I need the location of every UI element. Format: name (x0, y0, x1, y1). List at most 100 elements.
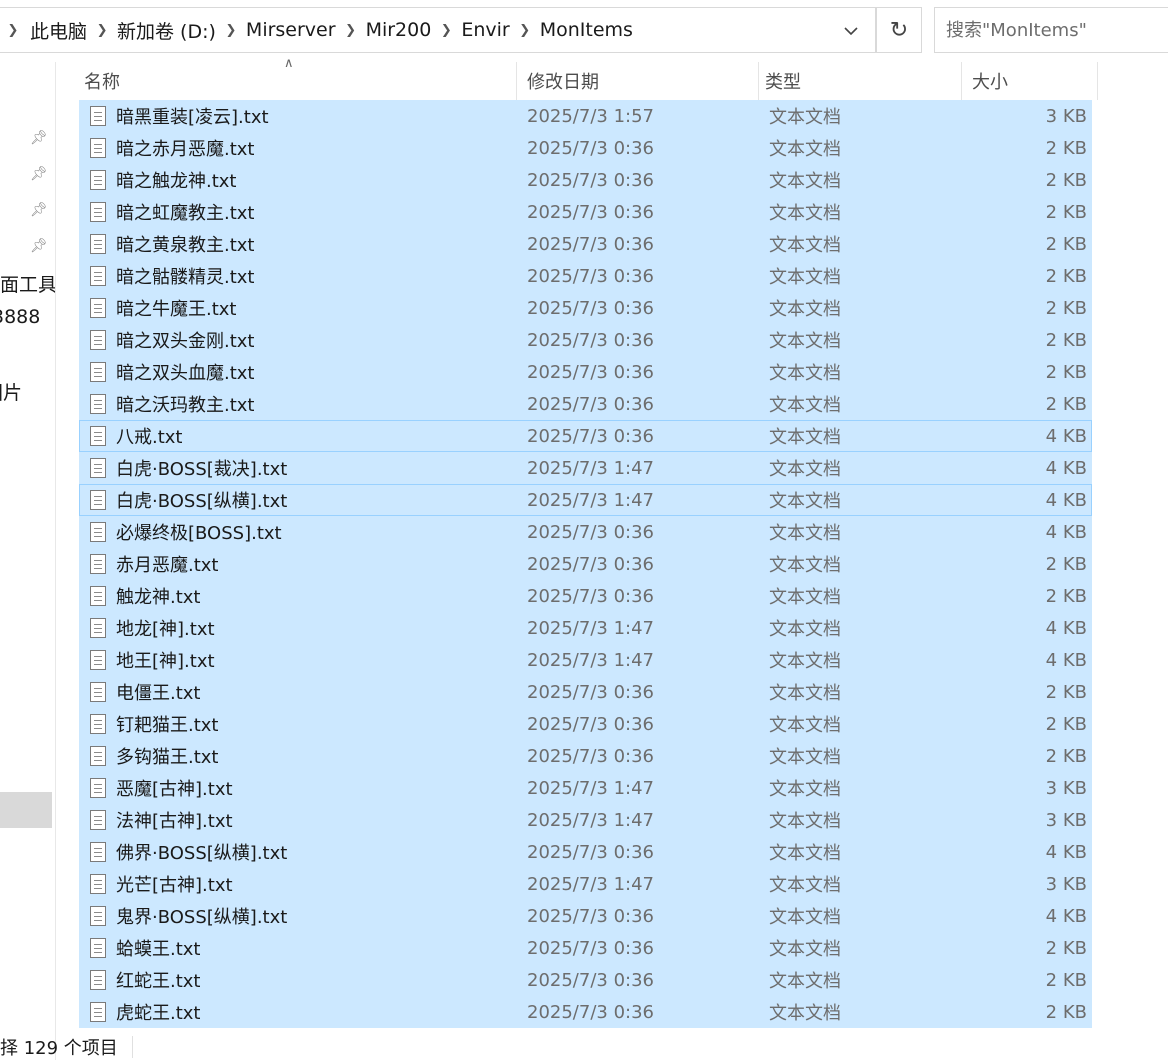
file-name[interactable]: 鬼界·BOSS[纵横].txt (116, 903, 527, 929)
file-row[interactable]: 法神[古神].txt 2025/7/3 1:47 文本文档 3 KB (79, 804, 1092, 836)
chevron-right-icon[interactable]: ❯ (340, 23, 362, 38)
file-row[interactable]: 暗之黄泉教主.txt 2025/7/3 0:36 文本文档 2 KB (79, 228, 1092, 260)
breadcrumb-this-pc[interactable]: 此电脑 (26, 17, 91, 44)
file-name[interactable]: 多钩猫王.txt (116, 743, 527, 769)
file-name[interactable]: 电僵王.txt (116, 679, 527, 705)
file-name[interactable]: 必爆终极[BOSS].txt (116, 519, 527, 545)
file-row[interactable]: 暗黑重装[凌云].txt 2025/7/3 1:57 文本文档 3 KB (79, 100, 1092, 132)
file-name[interactable]: 法神[古神].txt (116, 807, 527, 833)
search-box[interactable] (934, 7, 1168, 53)
file-row[interactable]: 八戒.txt 2025/7/3 0:36 文本文档 4 KB (79, 420, 1092, 452)
file-name[interactable]: 虎蛇王.txt (116, 999, 527, 1025)
breadcrumb-mir200[interactable]: Mir200 (362, 19, 436, 41)
column-header-size[interactable]: 大小 (962, 62, 1098, 100)
file-name[interactable]: 红蛇王.txt (116, 967, 527, 993)
column-header-date[interactable]: 修改日期 (517, 62, 759, 100)
nav-item-selected[interactable] (0, 792, 52, 828)
file-row[interactable]: 地龙[神].txt 2025/7/3 1:47 文本文档 4 KB (79, 612, 1092, 644)
chevron-right-icon[interactable]: ❯ (0, 23, 26, 38)
chevron-right-icon[interactable]: ❯ (91, 23, 113, 38)
breadcrumb-monitems[interactable]: MonItems (536, 19, 637, 41)
file-row[interactable]: 蛤蟆王.txt 2025/7/3 0:36 文本文档 2 KB (79, 932, 1092, 964)
file-name[interactable]: 佛界·BOSS[纵横].txt (116, 839, 527, 865)
file-row[interactable]: 暗之赤月恶魔.txt 2025/7/3 0:36 文本文档 2 KB (79, 132, 1092, 164)
file-name[interactable]: 赤月恶魔.txt (116, 551, 527, 577)
nav-item-3888[interactable]: 3888 (0, 306, 40, 328)
column-header-type[interactable]: 类型 (759, 62, 962, 100)
file-row[interactable]: 暗之牛魔王.txt 2025/7/3 0:36 文本文档 2 KB (79, 292, 1092, 324)
chevron-down-icon[interactable] (834, 18, 868, 44)
file-date: 2025/7/3 0:36 (527, 361, 654, 383)
document-icon (90, 554, 106, 574)
file-name[interactable]: 地王[神].txt (116, 647, 527, 673)
file-name[interactable]: 暗黑重装[凌云].txt (116, 103, 527, 129)
file-name[interactable]: 暗之骷髅精灵.txt (116, 263, 527, 289)
file-row[interactable]: 暗之虹魔教主.txt 2025/7/3 0:36 文本文档 2 KB (79, 196, 1092, 228)
file-name[interactable]: 地龙[神].txt (116, 615, 527, 641)
file-date: 2025/7/3 1:47 (527, 617, 654, 639)
search-input[interactable] (946, 19, 1168, 41)
breadcrumb-envir[interactable]: Envir (457, 19, 513, 41)
file-size: 4 KB (1045, 489, 1087, 511)
file-row[interactable]: 佛界·BOSS[纵横].txt 2025/7/3 0:36 文本文档 4 KB (79, 836, 1092, 868)
file-row[interactable]: 电僵王.txt 2025/7/3 0:36 文本文档 2 KB (79, 676, 1092, 708)
nav-item-pictures[interactable]: 图片 (0, 378, 22, 405)
file-name[interactable]: 光芒[古神].txt (116, 871, 527, 897)
text-file-icon (80, 772, 116, 804)
chevron-right-icon[interactable]: ❯ (220, 23, 242, 38)
file-row[interactable]: 光芒[古神].txt 2025/7/3 1:47 文本文档 3 KB (79, 868, 1092, 900)
file-name[interactable]: 暗之沃玛教主.txt (116, 391, 527, 417)
file-row[interactable]: 必爆终极[BOSS].txt 2025/7/3 0:36 文本文档 4 KB (79, 516, 1092, 548)
file-name[interactable]: 暗之赤月恶魔.txt (116, 135, 527, 161)
status-bar: 择 129 个项目 (0, 1034, 118, 1060)
file-row[interactable]: 红蛇王.txt 2025/7/3 0:36 文本文档 2 KB (79, 964, 1092, 996)
file-row[interactable]: 白虎·BOSS[裁决].txt 2025/7/3 1:47 文本文档 4 KB (79, 452, 1092, 484)
breadcrumb-drive-d[interactable]: 新加卷 (D:) (113, 17, 220, 44)
file-name[interactable]: 触龙神.txt (116, 583, 527, 609)
file-row[interactable]: 暗之骷髅精灵.txt 2025/7/3 0:36 文本文档 2 KB (79, 260, 1092, 292)
file-name[interactable]: 白虎·BOSS[裁决].txt (116, 455, 527, 481)
file-name[interactable]: 白虎·BOSS[纵横].txt (116, 487, 527, 513)
breadcrumb-mirserver[interactable]: Mirserver (242, 19, 340, 41)
document-icon (90, 906, 106, 926)
file-type: 文本文档 (769, 779, 841, 800)
file-name[interactable]: 暗之黄泉教主.txt (116, 231, 527, 257)
file-name[interactable]: 蛤蟆王.txt (116, 935, 527, 961)
file-row[interactable]: 暗之双头血魔.txt 2025/7/3 0:36 文本文档 2 KB (79, 356, 1092, 388)
file-name[interactable]: 暗之双头金刚.txt (116, 327, 527, 353)
file-row[interactable]: 暗之沃玛教主.txt 2025/7/3 0:36 文本文档 2 KB (79, 388, 1092, 420)
file-row[interactable]: 暗之触龙神.txt 2025/7/3 0:36 文本文档 2 KB (79, 164, 1092, 196)
address-bar[interactable]: ❯ 此电脑 ❯ 新加卷 (D:) ❯ Mirserver ❯ Mir200 ❯ … (0, 7, 876, 53)
text-file-icon (80, 260, 116, 292)
file-type: 文本文档 (769, 299, 841, 320)
file-row[interactable]: 地王[神].txt 2025/7/3 1:47 文本文档 4 KB (79, 644, 1092, 676)
text-file-icon (80, 612, 116, 644)
file-name[interactable]: 暗之牛魔王.txt (116, 295, 527, 321)
chevron-right-icon[interactable]: ❯ (514, 23, 536, 38)
file-row[interactable]: 暗之双头金刚.txt 2025/7/3 0:36 文本文档 2 KB (79, 324, 1092, 356)
file-name[interactable]: 暗之双头血魔.txt (116, 359, 527, 385)
refresh-button[interactable]: ↻ (876, 7, 922, 53)
file-type: 文本文档 (769, 523, 841, 544)
file-name[interactable]: 八戒.txt (116, 423, 527, 449)
navigation-pane: 📌︎ 📌︎ 📌︎ 📌︎ 面工具 3888 图片 (0, 62, 56, 1060)
file-name[interactable]: 暗之虹魔教主.txt (116, 199, 527, 225)
file-name[interactable]: 暗之触龙神.txt (116, 167, 527, 193)
file-row[interactable]: 触龙神.txt 2025/7/3 0:36 文本文档 2 KB (79, 580, 1092, 612)
file-row[interactable]: 多钩猫王.txt 2025/7/3 0:36 文本文档 2 KB (79, 740, 1092, 772)
file-date: 2025/7/3 1:47 (527, 649, 654, 671)
file-row[interactable]: 虎蛇王.txt 2025/7/3 0:36 文本文档 2 KB (79, 996, 1092, 1028)
file-row[interactable]: 恶魔[古神].txt 2025/7/3 1:47 文本文档 3 KB (79, 772, 1092, 804)
column-header-name[interactable]: ∧ 名称 (78, 56, 517, 100)
nav-item-desktop-tools[interactable]: 面工具 (0, 270, 55, 297)
file-row[interactable]: 钉耙猫王.txt 2025/7/3 0:36 文本文档 2 KB (79, 708, 1092, 740)
file-row[interactable]: 鬼界·BOSS[纵横].txt 2025/7/3 0:36 文本文档 4 KB (79, 900, 1092, 932)
file-name[interactable]: 钉耙猫王.txt (116, 711, 527, 737)
chevron-right-icon[interactable]: ❯ (435, 23, 457, 38)
file-row[interactable]: 赤月恶魔.txt 2025/7/3 0:36 文本文档 2 KB (79, 548, 1092, 580)
file-date: 2025/7/3 1:47 (527, 809, 654, 831)
file-row[interactable]: 白虎·BOSS[纵横].txt 2025/7/3 1:47 文本文档 4 KB (79, 484, 1092, 516)
file-name[interactable]: 恶魔[古神].txt (116, 775, 527, 801)
document-icon (90, 266, 106, 286)
file-type: 文本文档 (769, 555, 841, 576)
